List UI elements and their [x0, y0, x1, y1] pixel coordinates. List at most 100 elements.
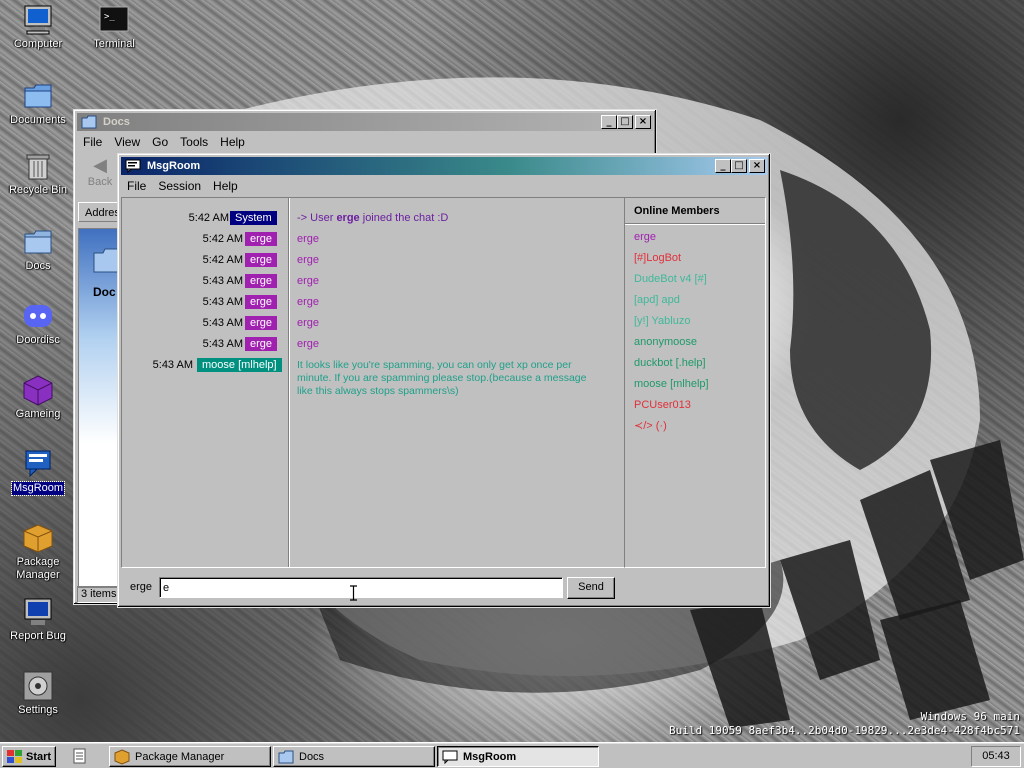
documents-icon	[22, 80, 54, 112]
desktop-icon-documents[interactable]: Documents	[2, 80, 74, 127]
message-nick[interactable]: moose [mlhelp]	[197, 358, 282, 372]
desktop-icon-label: Recycle Bin	[8, 184, 68, 196]
start-logo-icon	[7, 749, 22, 763]
taskbar: Start Package Manager Docs MsgRoom 05:43	[0, 742, 1024, 768]
desktop-icon-label: Package Manager	[16, 556, 60, 581]
taskbar-item-label: MsgRoom	[463, 750, 517, 763]
close-button[interactable]: ×	[749, 159, 765, 173]
message-text: It looks like you're spamming, you can o…	[297, 359, 587, 398]
computer-icon	[22, 4, 54, 36]
game-cube-icon	[22, 374, 54, 406]
chat-message-area[interactable]: 5:42 AM System -> User erge joined the c…	[121, 197, 625, 568]
package-icon	[114, 748, 130, 765]
msgroom-window[interactable]: MsgRoom _ □ × File Session Help 5:42 AM …	[117, 153, 771, 608]
member-item[interactable]: [y!] Yabluzo	[625, 311, 765, 332]
member-item[interactable]: duckbot [.help]	[625, 353, 765, 374]
docs-menu-view[interactable]: View	[108, 135, 146, 149]
desktop-icon-label: Docs	[25, 260, 51, 272]
close-button[interactable]: ×	[635, 115, 651, 129]
docs-back-button[interactable]: ◀ Back	[80, 154, 120, 198]
msgroom-icon	[442, 750, 458, 764]
desktop-icon-computer[interactable]: Computer	[2, 4, 74, 51]
message-nick[interactable]: erge	[245, 337, 278, 351]
maximize-button[interactable]: □	[731, 159, 747, 173]
desktop-icon-label: Computer	[13, 38, 63, 50]
desktop-icon-settings[interactable]: Settings	[2, 670, 74, 717]
taskbar-clock[interactable]: 05:43	[971, 746, 1021, 767]
desktop-icon-label: Gameing	[15, 408, 61, 420]
member-item[interactable]: [apd] apd	[625, 290, 765, 311]
docs-menu-tools[interactable]: Tools	[174, 135, 214, 149]
input-nick-label: erge	[130, 581, 153, 593]
message-input[interactable]	[159, 577, 563, 598]
system-build-info: Windows 96 main Build 19059 8aef3b4..2b0…	[669, 710, 1020, 738]
taskbar-item-msgroom[interactable]: MsgRoom	[437, 746, 599, 767]
member-item[interactable]: [#]LogBot	[625, 248, 765, 269]
docs-title: Docs	[103, 116, 130, 128]
msgroom-menu-session[interactable]: Session	[152, 179, 207, 193]
message-nick[interactable]: erge	[245, 232, 278, 246]
member-item[interactable]: moose [mlhelp]	[625, 374, 765, 395]
msgroom-titlebar[interactable]: MsgRoom _ □ ×	[121, 157, 767, 175]
message-text-line: minute. If you are spamming please stop.…	[297, 372, 587, 384]
doordisc-icon	[22, 300, 54, 332]
chat-message: 5:42 AM System -> User erge joined the c…	[122, 209, 627, 230]
docs-menu-help[interactable]: Help	[214, 135, 251, 149]
desktop-icon-terminal[interactable]: >_ Terminal	[78, 4, 150, 51]
message-nick[interactable]: erge	[245, 274, 278, 288]
taskbar-item-docs[interactable]: Docs	[273, 746, 435, 767]
message-nick[interactable]: erge	[245, 253, 278, 267]
member-item[interactable]: PCUser013	[625, 395, 765, 416]
sysinfo-line-1: Windows 96 main	[920, 710, 1020, 723]
msgroom-menubar: File Session Help	[121, 177, 767, 195]
member-item[interactable]: anonymoose	[625, 332, 765, 353]
docs-menu-go[interactable]: Go	[146, 135, 174, 149]
message-text-prefix: -> User	[297, 212, 337, 224]
message-text: -> User erge joined the chat :D	[297, 212, 448, 224]
desktop-icon-recycle-bin[interactable]: Recycle Bin	[2, 150, 74, 197]
chat-message: 5:43 AM moose [mlhelp] It looks like you…	[122, 356, 627, 402]
desktop-icon-report-bug[interactable]: Report Bug	[2, 596, 74, 643]
minimize-button[interactable]: _	[601, 115, 617, 129]
msgroom-menu-help[interactable]: Help	[207, 179, 244, 193]
show-desktop-icon[interactable]	[72, 748, 88, 764]
message-nick[interactable]: erge	[245, 295, 278, 309]
minimize-button[interactable]: _	[715, 159, 731, 173]
folder-icon	[81, 115, 97, 129]
message-text-user: erge	[336, 212, 360, 224]
message-nick[interactable]: erge	[245, 316, 278, 330]
taskbar-item-package-manager[interactable]: Package Manager	[109, 746, 271, 767]
desktop-icon-label: Documents	[10, 114, 66, 126]
member-item[interactable]: erge	[625, 227, 765, 248]
docs-menu-file[interactable]: File	[77, 135, 108, 149]
send-button[interactable]: Send	[567, 577, 615, 599]
desktop-icon-package-manager[interactable]: Package Manager	[2, 522, 74, 582]
msgroom-menu-file[interactable]: File	[121, 179, 152, 193]
desktop-icon-label: Doordisc	[16, 334, 60, 346]
desktop-icon-docs[interactable]: Docs	[2, 226, 74, 273]
sysinfo-line-2: Build 19059 8aef3b4..2b04d0-19829...2e3d…	[669, 724, 1020, 737]
quick-launch	[66, 747, 94, 766]
message-text: erge	[297, 275, 320, 287]
online-members-panel: Online Members erge [#]LogBot DudeBot v4…	[624, 197, 766, 568]
message-text-suffix: joined the chat :D	[359, 212, 449, 224]
maximize-button[interactable]: □	[617, 115, 633, 129]
desktop-icon-label: Report Bug	[10, 630, 66, 642]
folder-icon	[278, 750, 294, 763]
message-nick[interactable]: System	[230, 211, 277, 225]
desktop-icon-msgroom[interactable]: MsgRoom	[2, 448, 74, 496]
member-item[interactable]: DudeBot v4 [#]	[625, 269, 765, 290]
chat-message: 5:42 AM erge erge	[122, 251, 627, 272]
start-button[interactable]: Start	[2, 746, 56, 767]
chat-message: 5:43 AM erge erge	[122, 293, 627, 314]
msgroom-icon	[22, 448, 54, 480]
members-list: erge [#]LogBot DudeBot v4 [#] [apd] apd …	[625, 224, 765, 437]
folder-icon	[22, 226, 54, 258]
msgroom-icon	[125, 159, 141, 173]
member-item[interactable]: ≺/> (·)	[625, 416, 765, 437]
desktop-icon-doordisc[interactable]: Doordisc	[2, 300, 74, 347]
docs-titlebar[interactable]: Docs _ □ ×	[77, 113, 653, 131]
message-text: erge	[297, 254, 320, 266]
desktop-icon-gameing[interactable]: Gameing	[2, 374, 74, 421]
desktop-icon-label: MsgRoom	[10, 481, 66, 496]
